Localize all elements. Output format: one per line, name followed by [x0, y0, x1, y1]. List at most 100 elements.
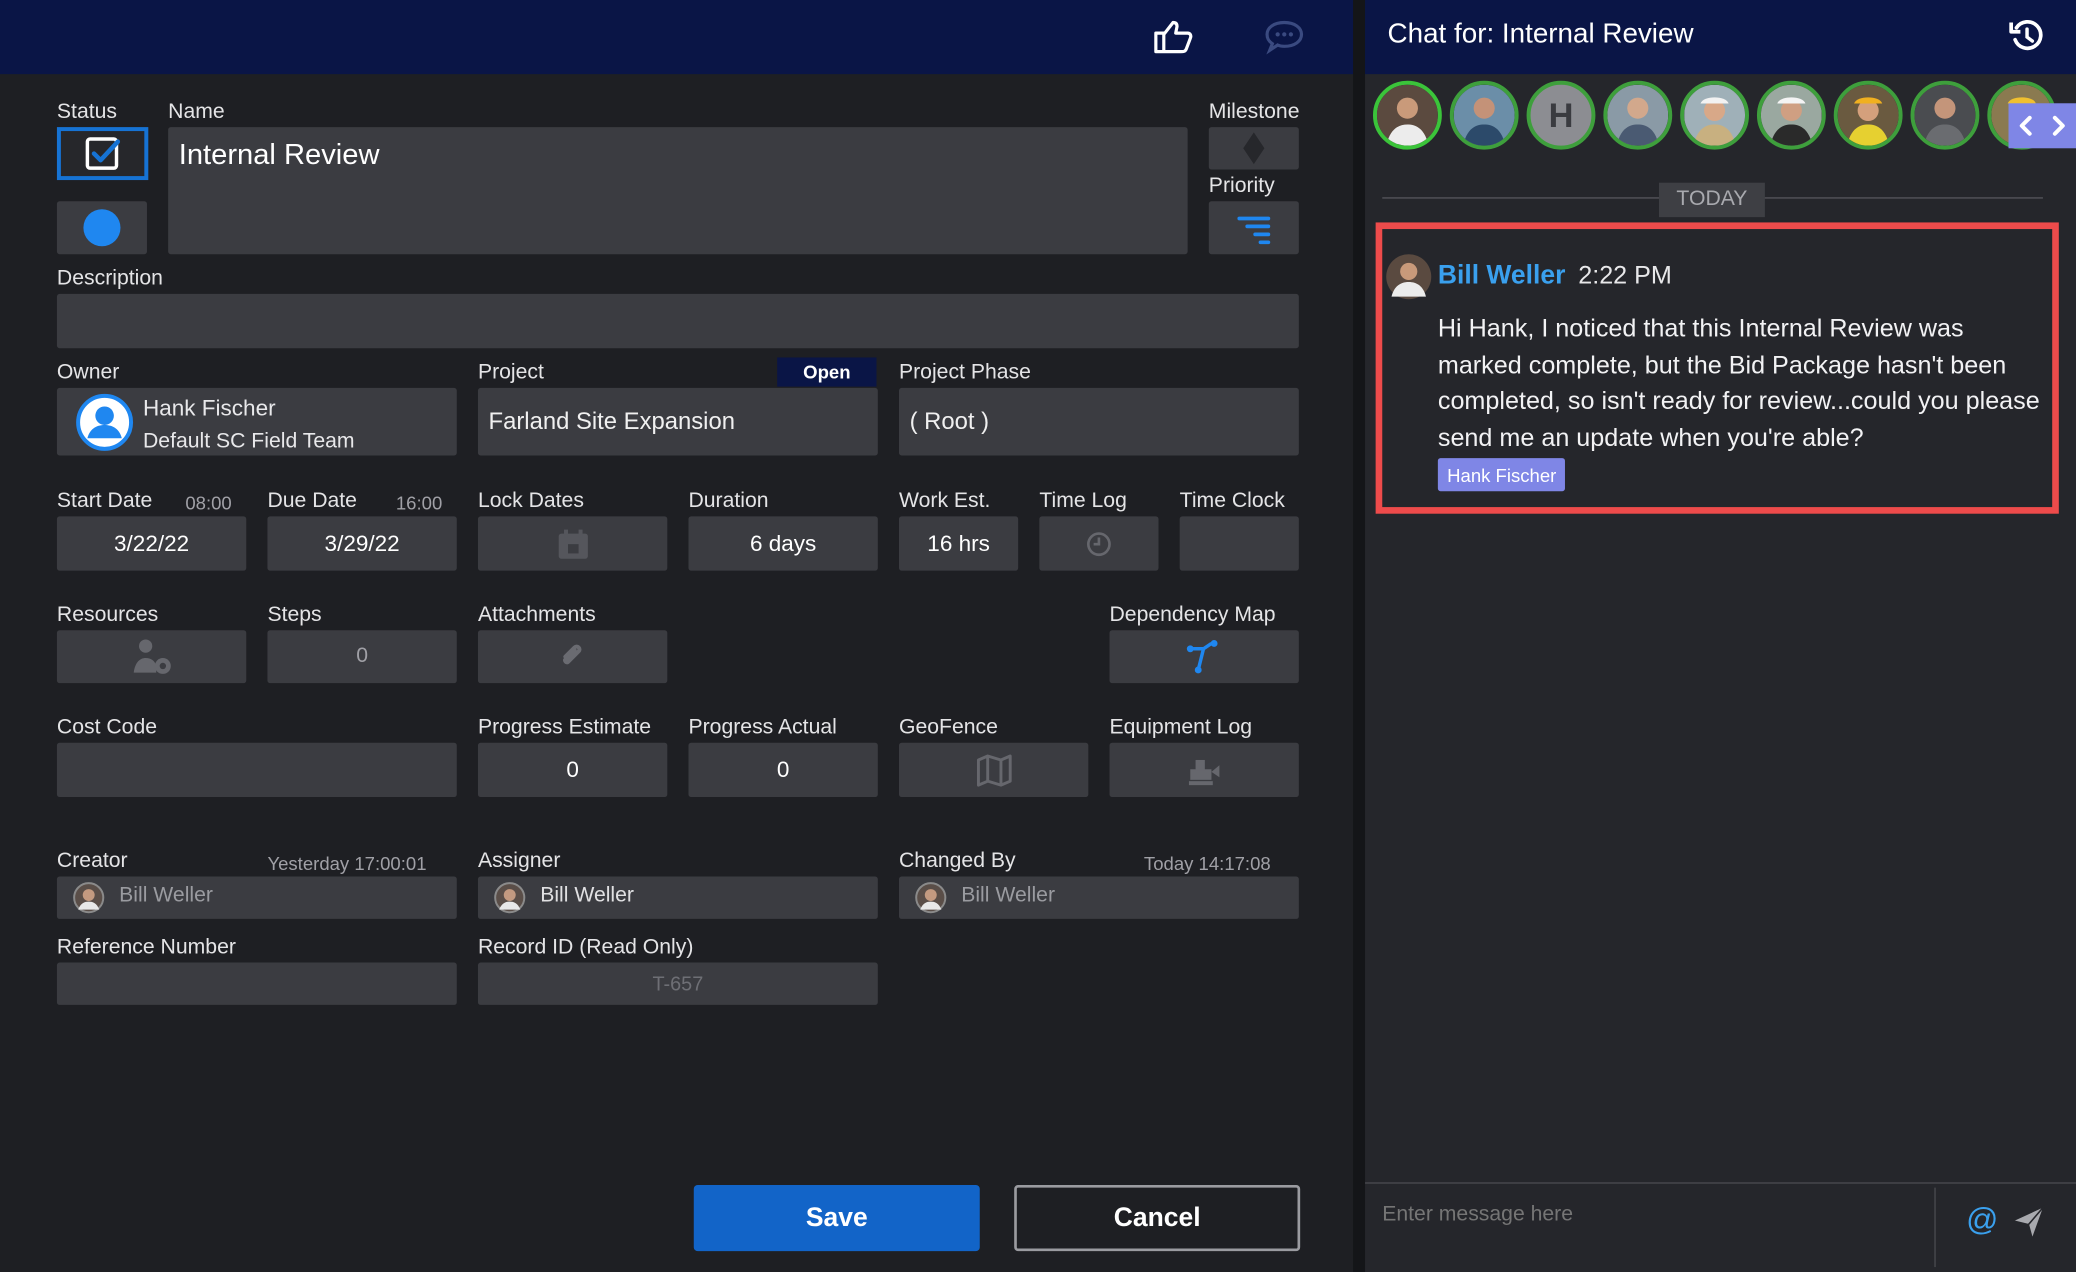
chevron-left-icon[interactable] [2016, 114, 2035, 138]
at-mention-icon[interactable]: @ [1966, 1202, 1998, 1239]
start-time: 08:00 [185, 492, 232, 514]
start-date-label: Start Date [56, 489, 153, 513]
record-id-field: T-657 [477, 962, 878, 1005]
participant-avatar[interactable] [1833, 80, 1903, 150]
record-id-label: Record ID (Read Only) [477, 936, 694, 959]
due-date-field[interactable]: 3/29/22 [267, 516, 457, 571]
changed-by-label: Changed By [898, 850, 1016, 873]
progress-estimate-label: Progress Estimate [477, 716, 652, 739]
creator-field: Bill Weller [56, 876, 457, 919]
participant-avatar[interactable] [1756, 80, 1826, 150]
status-checkbox[interactable] [56, 127, 149, 181]
paperclip-icon [562, 644, 581, 665]
milestone-label: Milestone [1208, 100, 1300, 124]
changed-by-value: Bill Weller [961, 884, 1056, 907]
changed-by-time: Today 14:17:08 [1143, 852, 1271, 874]
participant-avatar[interactable] [1449, 80, 1519, 150]
history-icon[interactable] [2009, 17, 2046, 54]
project-phase-value: ( Root ) [909, 407, 990, 435]
assigner-label: Assigner [477, 850, 561, 873]
name-label: Name [168, 100, 225, 124]
map-icon [976, 753, 1012, 786]
mention-tag[interactable]: Hank Fischer [1437, 458, 1566, 492]
project-status-badge: Open [777, 357, 877, 387]
equipment-log-button[interactable] [1109, 742, 1299, 798]
status-label: Status [56, 100, 117, 124]
name-value: Internal Review [178, 137, 380, 171]
clock-icon [1087, 531, 1111, 556]
assigner-field[interactable]: Bill Weller [477, 876, 878, 919]
send-icon[interactable] [2009, 1202, 2049, 1242]
cost-code-field[interactable] [56, 742, 457, 798]
project-selector[interactable]: Farland Site Expansion [477, 387, 878, 456]
lock-dates-toggle[interactable] [477, 516, 668, 571]
attachments-label: Attachments [477, 603, 596, 627]
steps-field[interactable]: 0 [267, 630, 457, 684]
dependency-map-button[interactable] [1109, 630, 1299, 684]
progress-actual-field[interactable]: 0 [688, 742, 878, 798]
project-value: Farland Site Expansion [488, 407, 735, 435]
description-field[interactable] [56, 293, 1299, 349]
save-button[interactable]: Save [693, 1184, 980, 1252]
participant-avatar[interactable] [1372, 80, 1442, 150]
reference-number-field[interactable] [56, 962, 457, 1005]
creator-time: Yesterday 17:00:01 [267, 852, 427, 874]
resources-icon [133, 639, 171, 674]
time-clock-field[interactable] [1179, 516, 1299, 571]
participant-avatar[interactable] [1680, 80, 1750, 150]
work-est-field[interactable]: 16 hrs [898, 516, 1019, 571]
participant-avatar[interactable] [1910, 80, 1980, 150]
priority-filter-icon [1237, 216, 1271, 245]
chat-bubble-icon[interactable] [1260, 13, 1308, 61]
project-phase-selector[interactable]: ( Root ) [898, 387, 1299, 456]
reference-number-label: Reference Number [56, 936, 236, 959]
avatar [73, 882, 105, 914]
geofence-button[interactable] [898, 742, 1089, 798]
work-est-label: Work Est. [898, 489, 991, 513]
lock-dates-label: Lock Dates [477, 489, 584, 513]
panel-divider[interactable] [1353, 0, 1366, 1272]
owner-label: Owner [56, 361, 120, 384]
geofence-label: GeoFence [898, 716, 998, 739]
cancel-button[interactable]: Cancel [1014, 1184, 1301, 1252]
participant-avatar[interactable] [1603, 80, 1673, 150]
attachments-button[interactable] [477, 630, 668, 684]
calendar-lock-icon [558, 528, 588, 559]
participant-avatar[interactable]: H [1526, 80, 1596, 150]
chat-message[interactable]: Bill Weller 2:22 PM Hi Hank, I noticed t… [1375, 222, 2059, 514]
avatar-pager [2008, 103, 2076, 149]
resources-label: Resources [56, 603, 159, 627]
chat-title: Chat for: Internal Review [1387, 18, 1694, 49]
duration-field[interactable]: 6 days [688, 516, 878, 571]
priority-selector[interactable] [1208, 201, 1299, 255]
checkbox-checked-icon [85, 137, 120, 170]
name-field[interactable]: Internal Review [168, 127, 1188, 255]
creator-value: Bill Weller [119, 884, 213, 907]
milestone-toggle[interactable] [1208, 127, 1299, 170]
status-color-picker[interactable] [56, 201, 147, 255]
start-date-field[interactable]: 3/22/22 [56, 516, 247, 571]
message-input[interactable] [1365, 1183, 1935, 1272]
message-text: Hi Hank, I noticed that this Internal Re… [1437, 315, 2040, 453]
chat-panel: Chat for: Internal Review H TODAY Bill W… [1365, 0, 2076, 1272]
time-log-button[interactable] [1039, 516, 1159, 571]
chevron-right-icon[interactable] [2050, 114, 2069, 138]
priority-label: Priority [1208, 174, 1275, 198]
changed-by-field: Bill Weller [898, 876, 1299, 919]
resources-button[interactable] [56, 630, 247, 684]
thumbs-up-icon[interactable] [1149, 13, 1197, 61]
message-author[interactable]: Bill Weller [1438, 261, 1566, 291]
message-time: 2:22 PM [1578, 262, 1672, 290]
app-root: Status Name Internal Review Milestone Pr… [0, 0, 2076, 1272]
milestone-diamond-icon [1243, 132, 1265, 165]
day-separator: TODAY [1658, 182, 1765, 218]
status-color-dot [83, 209, 121, 247]
owner-team: Default SC Field Team [142, 430, 355, 453]
owner-selector[interactable]: Hank Fischer Default SC Field Team [56, 387, 457, 456]
progress-estimate-field[interactable]: 0 [477, 742, 668, 798]
task-header-bar [0, 0, 1354, 75]
due-date-label: Due Date [267, 489, 357, 513]
due-time: 16:00 [395, 492, 443, 514]
user-avatar-icon [76, 393, 134, 451]
progress-actual-label: Progress Actual [688, 716, 837, 739]
